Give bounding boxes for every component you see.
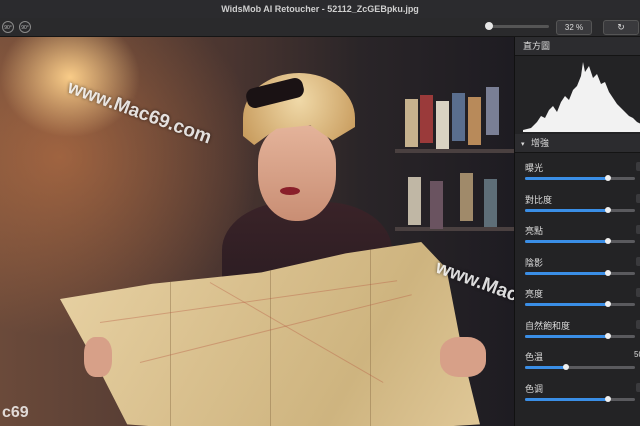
adjustment-slider-knob[interactable] xyxy=(604,332,611,339)
adjustment-slider-knob[interactable] xyxy=(604,301,611,307)
adjustment-slider[interactable] xyxy=(525,175,635,181)
adjustment-reset-button[interactable] xyxy=(636,225,640,234)
book xyxy=(436,101,449,149)
toolbar: 90° 90° 32 % ↻ xyxy=(0,18,640,37)
window-title: WidsMob AI Retoucher - 52112_ZcGEBpku.jp… xyxy=(221,4,419,14)
rotate-left-button[interactable]: 90° xyxy=(2,21,14,33)
adjustment-label: 亮點 xyxy=(525,226,544,236)
book xyxy=(405,99,418,147)
adjustment-label: 陰影 xyxy=(525,257,544,268)
adjustment-reset-button[interactable] xyxy=(636,193,640,203)
watermark-corner-text: c69 xyxy=(2,404,29,421)
adjustment-reset-button[interactable] xyxy=(636,162,640,171)
adjustment-reset-button[interactable] xyxy=(636,382,640,392)
adjustment-slider[interactable] xyxy=(525,364,635,370)
refresh-button[interactable]: ↻ xyxy=(603,20,639,35)
right-hand xyxy=(440,337,486,377)
left-hand xyxy=(84,337,112,377)
adjustment-slider-fill xyxy=(525,397,608,401)
adjustment-slider-knob[interactable] xyxy=(604,269,611,276)
book xyxy=(452,93,465,141)
shelf xyxy=(395,227,514,231)
adjustment-slider-fill xyxy=(525,177,608,180)
adjustment-slider-knob[interactable] xyxy=(562,364,569,370)
adjustment-slider-fill xyxy=(525,208,608,212)
adjustment-slider-fill xyxy=(525,334,608,338)
adjustment-label: 曝光 xyxy=(525,163,544,173)
adjustment-reset-button[interactable] xyxy=(636,319,640,329)
watermark-text: www.Mac69.com xyxy=(64,77,215,149)
adjustment-label: 亮度 xyxy=(525,289,544,299)
histogram-chart xyxy=(523,62,640,132)
map-road xyxy=(99,280,398,323)
enhance-title: 增強 xyxy=(531,138,550,148)
adjustment-slider-knob[interactable] xyxy=(604,395,611,402)
adjustment-slider-fill xyxy=(525,303,608,306)
adjustment-reset-button[interactable] xyxy=(636,256,640,266)
adjustment-label: 自然飽和度 xyxy=(525,320,571,331)
adjustment-slider[interactable] xyxy=(525,269,635,276)
photo-canvas[interactable]: www.Mac69.com www.Mac69.com xyxy=(0,37,514,426)
histogram-header: 直方圖 xyxy=(515,37,640,56)
adjustment-label: 色温 xyxy=(525,352,544,362)
refresh-icon: ↻ xyxy=(617,22,625,32)
adjustment-panel: 直方圖 ▾ 增強 曝光對比度亮點陰影亮度自然飽和度色温 50 色调 xyxy=(514,37,640,426)
map-fold xyxy=(370,242,371,426)
enhance-header[interactable]: ▾ 增強 xyxy=(515,134,640,153)
zoom-slider[interactable] xyxy=(485,22,549,30)
book xyxy=(408,177,421,225)
adjustment-slider[interactable] xyxy=(525,206,635,213)
adjustment-label: 對比度 xyxy=(525,194,553,205)
rotate-right-button[interactable]: 90° xyxy=(19,21,31,33)
book xyxy=(486,87,499,135)
zoom-percent-field[interactable]: 32 % xyxy=(556,20,592,35)
shelf xyxy=(395,149,514,153)
histogram-title: 直方圖 xyxy=(523,41,551,51)
adjustment-slider-knob[interactable] xyxy=(604,206,611,213)
adjustment-reset-button[interactable] xyxy=(636,288,640,297)
person-lips xyxy=(280,187,300,195)
adjustment-slider-knob[interactable] xyxy=(604,238,611,244)
map-road xyxy=(139,294,412,363)
title-bar: WidsMob AI Retoucher - 52112_ZcGEBpku.jp… xyxy=(0,0,640,19)
map-fold xyxy=(170,242,171,426)
book xyxy=(468,97,481,145)
adjustment-slider-knob[interactable] xyxy=(604,175,611,181)
adjustment-slider-fill xyxy=(525,366,566,369)
book xyxy=(460,173,473,221)
adjustment-slider-fill xyxy=(525,271,608,275)
person-face xyxy=(258,125,336,221)
book xyxy=(484,179,497,227)
chevron-down-icon: ▾ xyxy=(521,141,525,148)
adjustment-slider[interactable] xyxy=(525,395,635,402)
adjustment-slider[interactable] xyxy=(525,332,635,339)
book xyxy=(430,181,443,229)
adjustment-slider[interactable] xyxy=(525,238,635,244)
adjustment-value-field[interactable]: 50 xyxy=(634,350,640,359)
book xyxy=(420,95,433,143)
adjustment-slider-fill xyxy=(525,240,608,243)
map-road xyxy=(209,282,384,383)
zoom-slider-knob[interactable] xyxy=(485,22,493,30)
adjustment-slider[interactable] xyxy=(525,301,635,307)
adjustment-label: 色调 xyxy=(525,383,544,394)
